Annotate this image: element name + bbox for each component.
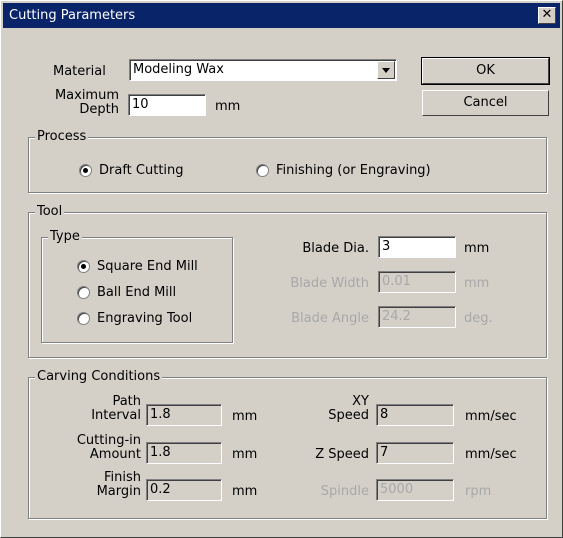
blade-angle-label: Blade Angle [291,311,369,326]
blade-angle-input: 24.2 [378,306,456,328]
cutting-in-amount-unit: mm [232,447,258,462]
spindle-label: Spindle [320,484,369,499]
chevron-down-icon[interactable] [377,61,395,79]
path-interval-unit: mm [232,409,258,424]
carving-conditions-legend: Carving Conditions [35,369,163,384]
close-button[interactable]: ✕ [538,7,556,24]
carving-conditions-group: Carving Conditions Path Interval 1.8 mm … [28,369,547,519]
radio-selected-icon [79,164,92,177]
blade-dia-unit: mm [464,241,490,256]
finish-margin-label: Finish Margin [96,470,141,499]
cutting-parameters-dialog: Cutting Parameters ✕ Material Modeling W… [0,0,563,538]
z-speed-input[interactable]: 7 [376,442,454,464]
cutting-in-amount-input[interactable]: 1.8 [146,442,222,464]
max-depth-input[interactable]: 10 [128,94,206,116]
process-group: Process Draft Cutting Finishing (or Engr… [28,129,547,193]
z-speed-unit: mm/sec [465,447,517,462]
blade-dia-input[interactable]: 3 [378,236,456,258]
max-depth-label: Maximum Depth [54,88,119,117]
title-bar[interactable]: Cutting Parameters ✕ [3,3,560,28]
close-icon: ✕ [541,7,553,22]
tool-group: Tool Type Square End Mill Ball End Mill … [28,204,547,358]
radio-unselected-icon [77,312,90,325]
max-depth-unit: mm [215,99,241,114]
material-selected-value: Modeling Wax [133,62,224,77]
spindle-input: 5000 [376,479,454,501]
tool-legend: Tool [35,204,65,219]
tool-type-group: Type Square End Mill Ball End Mill Engra… [41,229,233,343]
material-select[interactable]: Modeling Wax [129,59,397,81]
radio-unselected-icon [256,164,269,177]
xy-speed-input[interactable]: 8 [376,404,454,426]
cutting-in-amount-label: Cutting-in Amount [76,433,141,462]
radio-selected-icon [77,260,90,273]
blade-width-unit: mm [464,276,490,291]
cancel-button[interactable]: Cancel [422,90,549,116]
path-interval-label: Path Interval [91,394,141,423]
ok-button[interactable]: OK [421,57,550,85]
tool-type-legend: Type [48,229,82,244]
spindle-unit: rpm [465,484,492,499]
blade-dia-label: Blade Dia. [302,241,369,256]
radio-unselected-icon [77,286,90,299]
blade-width-input: 0.01 [378,271,456,293]
finish-margin-unit: mm [232,484,258,499]
xy-speed-label: XY Speed [328,394,369,423]
blade-width-label: Blade Width [290,276,369,291]
xy-speed-unit: mm/sec [465,409,517,424]
blade-angle-unit: deg. [464,311,493,326]
finish-margin-input[interactable]: 0.2 [146,479,222,501]
z-speed-label: Z Speed [315,447,369,462]
window-title: Cutting Parameters [9,8,136,23]
path-interval-input[interactable]: 1.8 [146,404,222,426]
process-legend: Process [35,129,89,144]
material-label: Material [53,64,106,79]
